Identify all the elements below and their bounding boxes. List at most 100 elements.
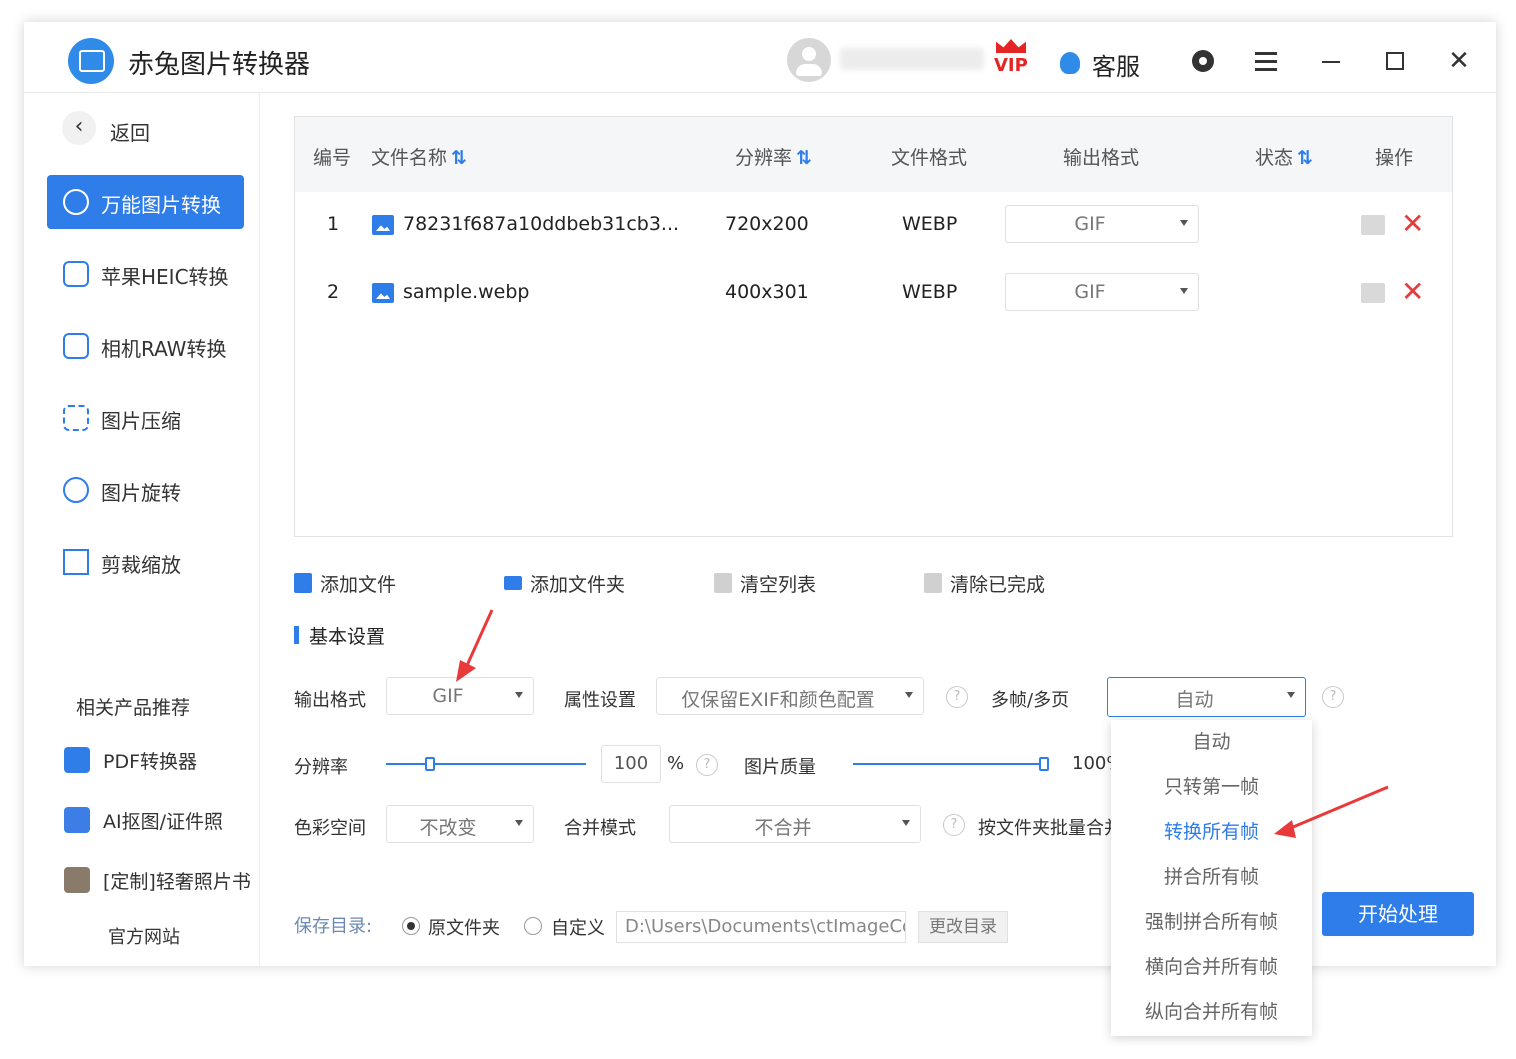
original-folder-label: 原文件夹 [428,918,500,939]
dropdown-option[interactable]: 只转第一帧 [1111,765,1312,810]
sidebar-item-heic[interactable]: 苹果HEIC转换 [47,247,244,301]
delete-icon[interactable]: ✕ [1401,207,1424,240]
file-list-icon [294,573,312,593]
header-status[interactable]: 状态 ⇅ [1255,143,1313,170]
annotation-arrow [456,609,494,682]
batch-merge-label: 按文件夹批量合并 [978,818,1122,839]
table-row[interactable]: 2 sample.webp 400x301 WEBP GIF ✕ [295,261,1452,329]
photo-book-icon [64,867,90,893]
header-name-label: 文件名称 [371,147,448,169]
slider-handle[interactable] [1039,757,1049,771]
sidebar-item-raw[interactable]: 相机RAW转换 [47,319,244,373]
close-icon[interactable]: ✕ [1444,46,1474,76]
file-table: 编号 文件名称 ⇅ 分辨率 ⇅ 文件格式 输出格式 状态 ⇅ 操作 1 78231f6… [294,116,1453,537]
broom-icon [924,573,942,593]
radio-custom-folder[interactable] [524,917,542,935]
help-icon[interactable]: ? [946,686,968,708]
dropdown-option[interactable]: 强制拼合所有帧 [1111,900,1312,945]
attr-label: 属性设置 [564,690,636,711]
row-filename: 78231f687a10ddbeb31cb3... [403,213,680,235]
help-icon[interactable]: ? [1322,686,1344,708]
sort-icon[interactable]: ⇅ [451,147,467,169]
minimize-icon[interactable] [1316,46,1346,76]
header-name[interactable]: 文件名称 ⇅ [371,143,467,170]
user-name-blurred[interactable] [840,48,984,70]
row-format: WEBP [902,281,958,303]
quality-slider[interactable] [853,757,1049,771]
maximize-icon[interactable] [1380,46,1410,76]
output-format-label: 输出格式 [294,690,366,711]
attr-select[interactable]: 仅保留EXIF和颜色配置 [656,677,924,715]
save-dir-label: 保存目录: [294,916,373,937]
help-icon[interactable]: ? [696,754,718,776]
heic-icon [63,261,89,287]
sort-icon[interactable]: ⇅ [796,147,812,169]
dropdown-option[interactable]: 拼合所有帧 [1111,855,1312,900]
row-filename: sample.webp [403,281,530,303]
sidebar-item-rotate[interactable]: 图片旋转 [47,463,244,517]
table-header: 编号 文件名称 ⇅ 分辨率 ⇅ 文件格式 输出格式 状态 ⇅ 操作 [295,117,1452,192]
row-output-select[interactable]: GIF [1005,273,1199,311]
service-button[interactable]: 客服 [1092,47,1140,82]
app-window: 赤兔图片转换器 VIP 客服 ✕ ‹ 返回 万能图片转换 苹果HEIC转换 相机… [24,22,1496,1036]
slider-handle[interactable] [425,757,435,771]
dropdown-option-highlighted[interactable]: 转换所有帧 [1111,810,1312,855]
sort-icon[interactable]: ⇅ [1297,147,1313,169]
sidebar-item-label: 相机RAW转换 [101,337,227,361]
multiframe-select[interactable]: 自动 [1107,677,1306,717]
multiframe-label: 多帧/多页 [991,690,1070,711]
colorspace-label: 色彩空间 [294,818,366,839]
folder-icon[interactable] [1361,283,1385,303]
menu-icon[interactable] [1252,46,1282,76]
merge-label: 合并模式 [564,818,636,839]
recommend-label: PDF转换器 [103,751,198,773]
merge-select[interactable]: 不合并 [669,805,921,843]
sidebar-item-universal-convert[interactable]: 万能图片转换 [47,175,244,229]
chevron-left-icon: ‹ [62,111,96,145]
colorspace-select[interactable]: 不改变 [386,805,534,843]
image-file-icon [372,283,394,303]
change-dir-button[interactable]: 更改目录 [918,911,1008,943]
sidebar-item-label: 图片压缩 [101,409,181,433]
caret-down-icon [1180,288,1188,294]
folder-add-icon [504,576,522,590]
resolution-unit: % [667,753,685,774]
pdf-icon [64,747,90,773]
save-path-input[interactable]: D:\Users\Documents\ctImageConverter [616,911,906,943]
user-avatar[interactable] [787,38,831,82]
dropdown-option[interactable]: 自动 [1111,720,1312,765]
dropdown-option[interactable]: 横向合并所有帧 [1111,945,1312,990]
help-icon[interactable]: ? [943,814,965,836]
caret-down-icon [1180,220,1188,226]
radio-original-folder[interactable] [402,917,420,935]
caret-down-icon [515,820,523,826]
gear-icon[interactable] [1188,46,1218,76]
header-status-label: 状态 [1255,147,1294,169]
quality-label: 图片质量 [744,757,816,778]
output-format-select[interactable]: GIF [386,677,534,715]
resolution-slider[interactable] [386,757,586,771]
recommend-label: AI抠图/证件照 [103,811,224,833]
header-resolution[interactable]: 分辨率 ⇅ [735,143,812,170]
recommend-label: [定制]轻奢照片书 [103,871,251,893]
add-folder-label: 添加文件夹 [530,574,626,596]
sidebar-item-label: 剪裁缩放 [101,553,181,577]
folder-icon[interactable] [1361,215,1385,235]
official-site-link[interactable]: 官方网站 [108,923,180,949]
sidebar-item-compress[interactable]: 图片压缩 [47,391,244,445]
resolution-input[interactable]: 100 [601,745,661,783]
start-button[interactable]: 开始处理 [1322,892,1474,936]
sidebar-item-crop[interactable]: 剪裁缩放 [47,535,244,589]
add-file-label: 添加文件 [320,574,397,596]
table-row[interactable]: 1 78231f687a10ddbeb31cb3... 720x200 WEBP… [295,193,1452,261]
delete-icon[interactable]: ✕ [1401,275,1424,308]
vip-badge[interactable]: VIP [992,39,1032,79]
dropdown-option[interactable]: 纵向合并所有帧 [1111,990,1312,1035]
row-output-select[interactable]: GIF [1005,205,1199,243]
clear-list-label: 清空列表 [740,574,817,596]
service-icon[interactable] [1060,52,1080,74]
section-title: 基本设置 [309,626,386,648]
row-format: WEBP [902,213,958,235]
title-bar: 赤兔图片转换器 VIP 客服 ✕ [24,22,1496,93]
header-index: 编号 [313,147,352,169]
